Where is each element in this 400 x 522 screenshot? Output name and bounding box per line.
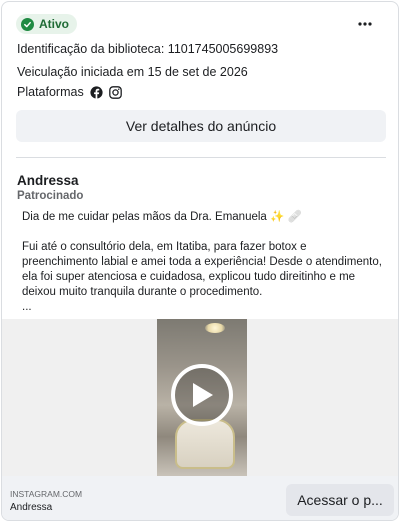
chair-decoration — [175, 419, 235, 469]
check-circle-icon — [21, 17, 34, 31]
platforms-row: Plataformas — [17, 85, 122, 99]
instagram-icon — [108, 85, 122, 99]
status-badge: Ativo — [16, 14, 77, 34]
advertiser-name[interactable]: Andressa — [17, 173, 79, 188]
platforms-label: Plataformas — [17, 85, 84, 99]
facebook-icon — [90, 85, 103, 99]
run-dates: Veiculação iniciada em 15 de set de 2026 — [17, 65, 248, 79]
ad-footer: INSTAGRAM.COM Andressa Acessar o p... — [2, 476, 398, 520]
play-icon[interactable] — [171, 364, 233, 426]
ad-media — [2, 319, 398, 476]
ad-card: Ativo Identificação da biblioteca: 11017… — [1, 1, 399, 521]
ad-text-paragraph: Fui até o consultório dela, em Itatiba, … — [22, 241, 382, 298]
cta-button[interactable]: Acessar o p... — [286, 484, 394, 516]
library-id: Identificação da biblioteca: 11017450056… — [17, 42, 279, 56]
divider — [16, 157, 386, 158]
footer-domain: INSTAGRAM.COM — [10, 489, 83, 499]
status-row: Ativo — [16, 14, 77, 34]
more-horizontal-icon[interactable] — [356, 15, 374, 33]
ad-body-text: Dia de me cuidar pelas mãos da Dra. Eman… — [22, 210, 382, 315]
view-ad-details-button[interactable]: Ver detalhes do anúncio — [16, 110, 386, 142]
status-label: Ativo — [39, 17, 69, 31]
ad-text-more: ... — [22, 301, 32, 313]
footer-name: Andressa — [10, 502, 53, 513]
video-thumbnail[interactable] — [157, 319, 247, 476]
ad-text-line1: Dia de me cuidar pelas mãos da Dra. Eman… — [22, 211, 302, 223]
lamp-decoration — [205, 323, 225, 333]
sponsored-label: Patrocinado — [17, 190, 84, 202]
